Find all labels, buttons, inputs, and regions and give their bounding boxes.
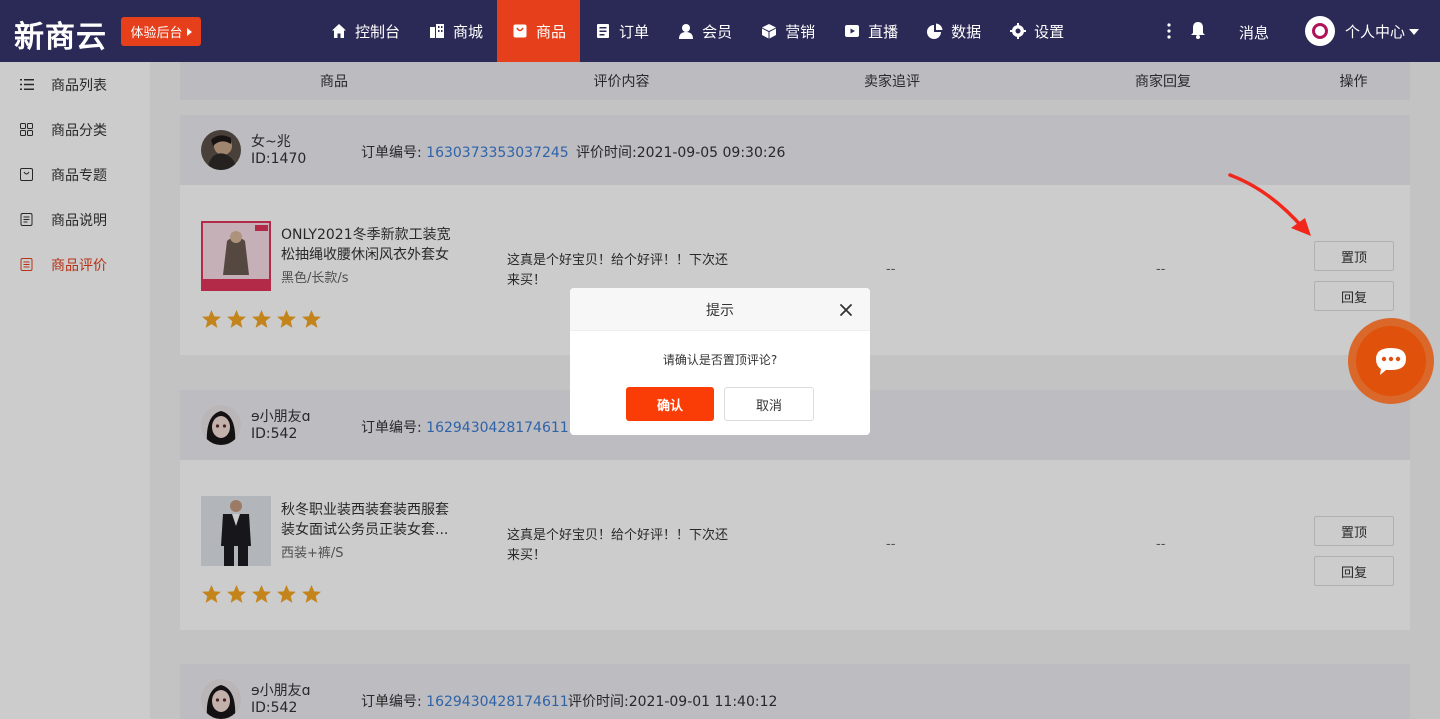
nav-label: 订单 [619, 22, 650, 41]
nav-item-live[interactable]: 直播 [829, 0, 912, 62]
top-navbar: 新商云 体验后台 控制台 商城 商品 订单 会员 营销 直播 数据 设置 消息 … [0, 0, 1440, 62]
clipboard-icon [594, 23, 611, 40]
nav-item-settings[interactable]: 设置 [995, 0, 1078, 62]
nav-item-mall[interactable]: 商城 [414, 0, 497, 62]
nav-item-orders[interactable]: 订单 [580, 0, 663, 62]
cube-icon [760, 23, 777, 40]
confirm-button[interactable]: 确认 [626, 387, 714, 421]
building-icon [428, 23, 445, 40]
user-icon [677, 23, 694, 40]
nav-item-members[interactable]: 会员 [663, 0, 746, 62]
bell-icon[interactable] [1190, 21, 1206, 43]
annotation-arrow-icon [1228, 173, 1311, 236]
chevron-down-icon [1409, 28, 1420, 35]
user-center-dropdown[interactable]: 个人中心 [1345, 21, 1420, 42]
dialog-message: 请确认是否置顶评论? [662, 353, 778, 367]
nav-item-products[interactable]: 商品 [497, 0, 581, 62]
caret-right-icon [186, 27, 192, 36]
user-center-label: 个人中心 [1345, 23, 1406, 41]
cancel-button[interactable]: 取消 [724, 387, 814, 421]
customer-service-chat-button[interactable] [1348, 318, 1434, 404]
main-nav: 控制台 商城 商品 订单 会员 营销 直播 数据 设置 [316, 0, 1078, 62]
trial-backend-label: 体验后台 [130, 26, 183, 41]
trial-backend-button[interactable]: 体验后台 [121, 17, 201, 46]
pie-chart-icon [926, 23, 943, 40]
play-icon [843, 23, 860, 40]
home-icon [330, 23, 347, 40]
nav-label: 商品 [536, 22, 567, 41]
chat-bubble-icon [1376, 348, 1406, 375]
nav-label: 营销 [785, 22, 816, 41]
nav-item-marketing[interactable]: 营销 [746, 0, 829, 62]
messages-link[interactable]: 消息 [1239, 22, 1269, 43]
gear-icon [1009, 23, 1026, 40]
nav-label: 数据 [951, 22, 982, 41]
nav-label: 设置 [1034, 22, 1065, 41]
dialog-header: 提示 [570, 288, 870, 331]
dialog-title: 提示 [706, 303, 734, 319]
nav-label: 商城 [453, 22, 484, 41]
nav-item-data[interactable]: 数据 [912, 0, 995, 62]
confirm-dialog: 提示 请确认是否置顶评论? 确认 取消 [570, 288, 870, 435]
bag-icon [511, 23, 528, 40]
close-icon[interactable] [838, 302, 854, 318]
more-vertical-icon[interactable] [1166, 22, 1172, 45]
avatar[interactable] [1305, 16, 1335, 46]
nav-item-dashboard[interactable]: 控制台 [316, 0, 414, 62]
brand-logo[interactable]: 新商云 [14, 12, 107, 56]
nav-label: 会员 [702, 22, 733, 41]
nav-label: 直播 [868, 22, 899, 41]
nav-label: 控制台 [355, 22, 401, 41]
